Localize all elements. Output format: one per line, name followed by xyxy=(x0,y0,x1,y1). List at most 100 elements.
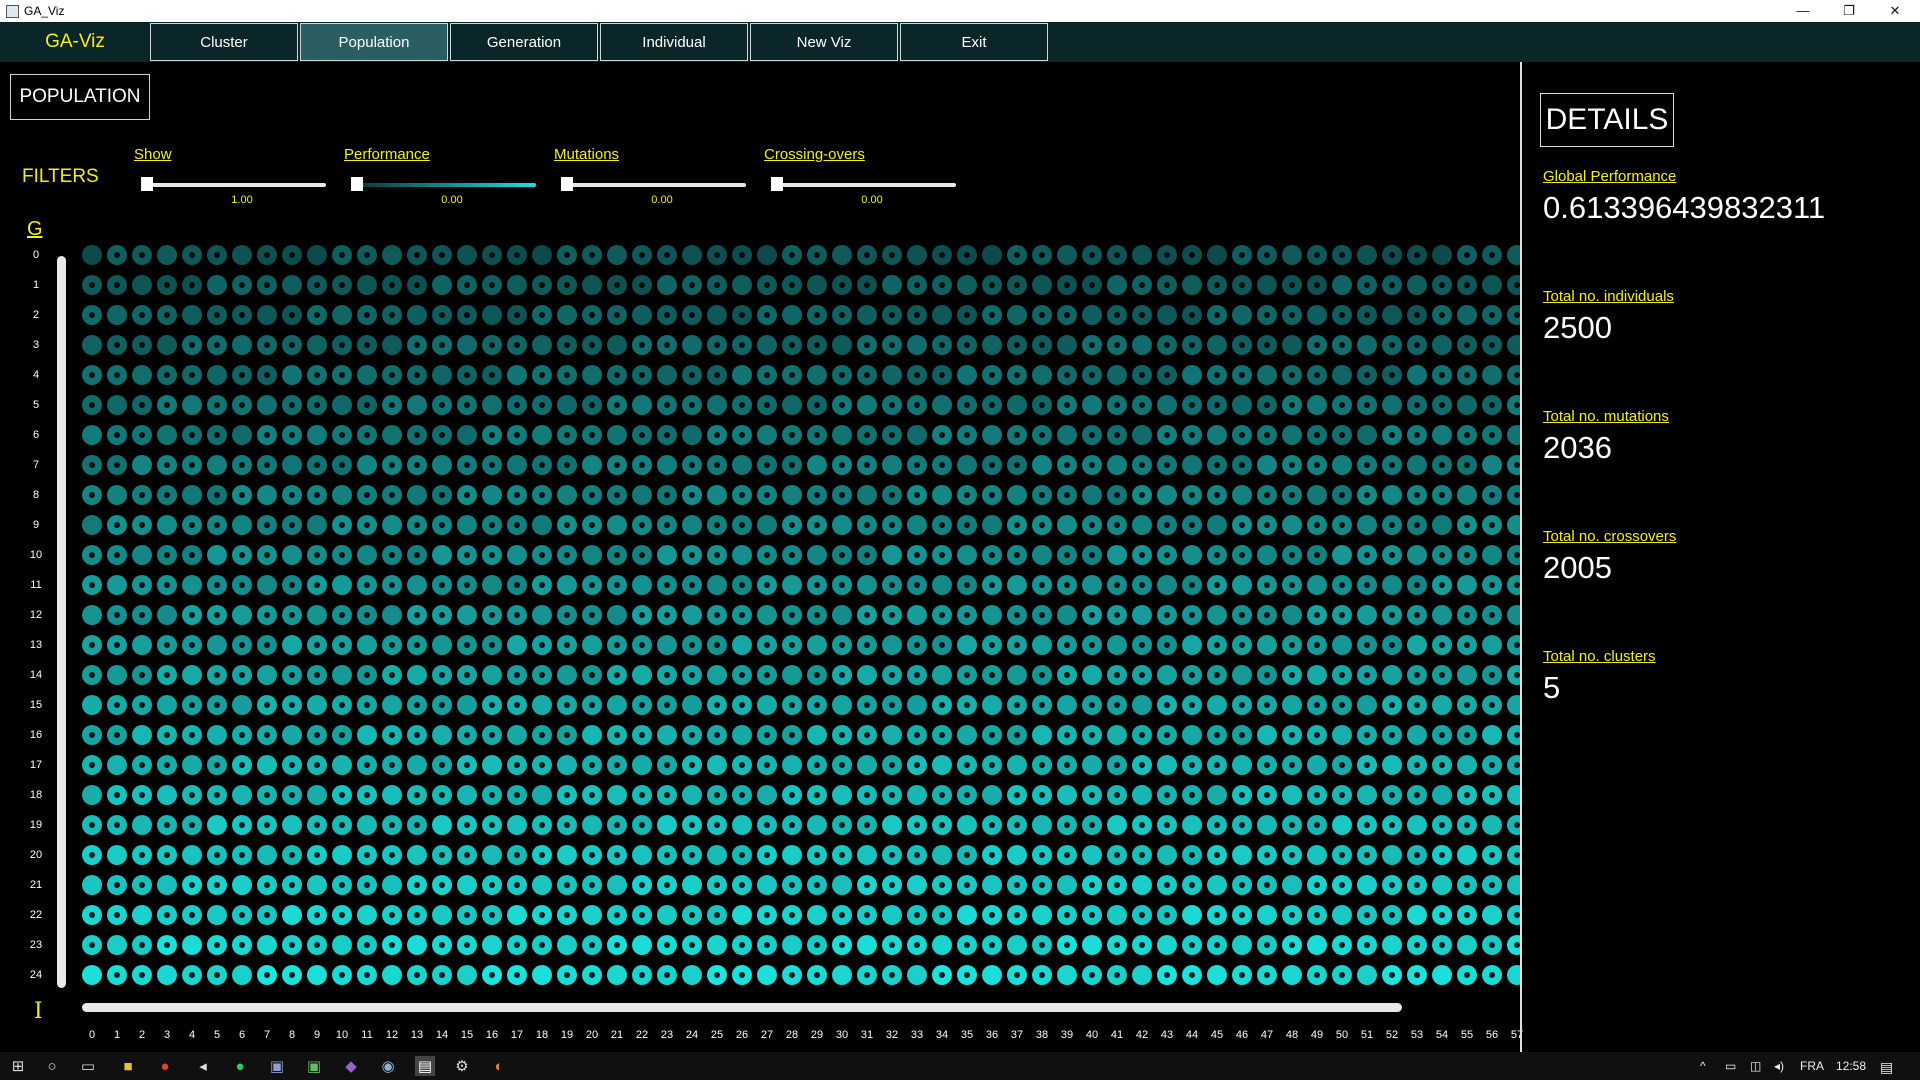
individual-node[interactable] xyxy=(157,935,177,955)
individual-node[interactable] xyxy=(1057,425,1077,445)
individual-node[interactable] xyxy=(907,635,927,655)
individual-node[interactable] xyxy=(1407,455,1427,475)
individual-node[interactable] xyxy=(1257,725,1277,745)
individual-node[interactable] xyxy=(1432,965,1452,985)
individual-node[interactable] xyxy=(982,245,1002,265)
individual-node[interactable] xyxy=(1257,515,1277,535)
individual-node[interactable] xyxy=(257,545,277,565)
individual-node[interactable] xyxy=(932,665,952,685)
individual-node[interactable] xyxy=(632,935,652,955)
individual-node[interactable] xyxy=(1107,575,1127,595)
individual-node[interactable] xyxy=(232,425,252,445)
individual-node[interactable] xyxy=(957,935,977,955)
individual-node[interactable] xyxy=(657,305,677,325)
individual-node[interactable] xyxy=(1057,545,1077,565)
individual-node[interactable] xyxy=(207,335,227,355)
individual-node[interactable] xyxy=(82,875,102,895)
individual-node[interactable] xyxy=(782,815,802,835)
individual-node[interactable] xyxy=(1257,845,1277,865)
individual-node[interactable] xyxy=(382,665,402,685)
individual-node[interactable] xyxy=(1507,485,1520,505)
individual-node[interactable] xyxy=(132,545,152,565)
individual-node[interactable] xyxy=(1007,785,1027,805)
individual-node[interactable] xyxy=(1007,665,1027,685)
individual-node[interactable] xyxy=(382,605,402,625)
individual-node[interactable] xyxy=(857,635,877,655)
individual-node[interactable] xyxy=(257,515,277,535)
individual-node[interactable] xyxy=(657,665,677,685)
individual-node[interactable] xyxy=(157,815,177,835)
individual-node[interactable] xyxy=(1207,875,1227,895)
individual-node[interactable] xyxy=(157,785,177,805)
individual-node[interactable] xyxy=(1457,905,1477,925)
individual-node[interactable] xyxy=(132,485,152,505)
ga-viz-taskbar-icon[interactable]: ▤ xyxy=(415,1056,435,1076)
individual-node[interactable] xyxy=(1332,815,1352,835)
individual-node[interactable] xyxy=(632,275,652,295)
individual-node[interactable] xyxy=(457,395,477,415)
individual-node[interactable] xyxy=(957,455,977,475)
individual-node[interactable] xyxy=(482,365,502,385)
individual-node[interactable] xyxy=(1207,575,1227,595)
individual-node[interactable] xyxy=(1257,365,1277,385)
individual-node[interactable] xyxy=(707,335,727,355)
individual-node[interactable] xyxy=(532,275,552,295)
individual-node[interactable] xyxy=(1207,485,1227,505)
individual-node[interactable] xyxy=(707,965,727,985)
individual-node[interactable] xyxy=(582,875,602,895)
individual-node[interactable] xyxy=(1432,605,1452,625)
individual-node[interactable] xyxy=(507,455,527,475)
individual-node[interactable] xyxy=(1457,365,1477,385)
individual-node[interactable] xyxy=(807,725,827,745)
individual-node[interactable] xyxy=(782,695,802,715)
individual-node[interactable] xyxy=(1032,605,1052,625)
task-view-icon[interactable]: ▭ xyxy=(78,1056,98,1076)
individual-node[interactable] xyxy=(707,245,727,265)
individual-node[interactable] xyxy=(807,785,827,805)
individual-node[interactable] xyxy=(657,425,677,445)
individual-node[interactable] xyxy=(982,665,1002,685)
individual-node[interactable] xyxy=(1107,725,1127,745)
tray-volume-icon[interactable]: ◂) xyxy=(1774,1059,1784,1073)
individual-node[interactable] xyxy=(957,755,977,775)
individual-node[interactable] xyxy=(532,455,552,475)
individual-node[interactable] xyxy=(557,665,577,685)
individual-node[interactable] xyxy=(1407,725,1427,745)
individual-node[interactable] xyxy=(307,485,327,505)
individual-node[interactable] xyxy=(932,365,952,385)
individual-node[interactable] xyxy=(1307,245,1327,265)
app-icon[interactable]: ▣ xyxy=(304,1056,324,1076)
individual-node[interactable] xyxy=(682,935,702,955)
individual-node[interactable] xyxy=(1007,515,1027,535)
nav-individual-button[interactable]: Individual xyxy=(600,23,748,61)
individual-node[interactable] xyxy=(207,455,227,475)
individual-node[interactable] xyxy=(882,875,902,895)
individual-node[interactable] xyxy=(982,695,1002,715)
individual-node[interactable] xyxy=(1332,965,1352,985)
individual-node[interactable] xyxy=(1357,695,1377,715)
individual-node[interactable] xyxy=(232,935,252,955)
individual-node[interactable] xyxy=(1032,335,1052,355)
individual-node[interactable] xyxy=(582,905,602,925)
individual-node[interactable] xyxy=(1507,965,1520,985)
individual-node[interactable] xyxy=(257,575,277,595)
individual-node[interactable] xyxy=(232,575,252,595)
individual-node[interactable] xyxy=(357,845,377,865)
individual-node[interactable] xyxy=(1457,875,1477,895)
individual-node[interactable] xyxy=(1407,905,1427,925)
individual-node[interactable] xyxy=(357,695,377,715)
individual-node[interactable] xyxy=(1132,725,1152,745)
individual-node[interactable] xyxy=(932,605,952,625)
individual-node[interactable] xyxy=(932,875,952,895)
individual-node[interactable] xyxy=(1457,725,1477,745)
individual-node[interactable] xyxy=(882,395,902,415)
individual-node[interactable] xyxy=(1032,635,1052,655)
individual-node[interactable] xyxy=(932,395,952,415)
individual-node[interactable] xyxy=(907,845,927,865)
individual-node[interactable] xyxy=(757,335,777,355)
individual-node[interactable] xyxy=(682,485,702,505)
individual-node[interactable] xyxy=(107,515,127,535)
individual-node[interactable] xyxy=(1507,815,1520,835)
individual-node[interactable] xyxy=(1082,695,1102,715)
individual-node[interactable] xyxy=(132,425,152,445)
